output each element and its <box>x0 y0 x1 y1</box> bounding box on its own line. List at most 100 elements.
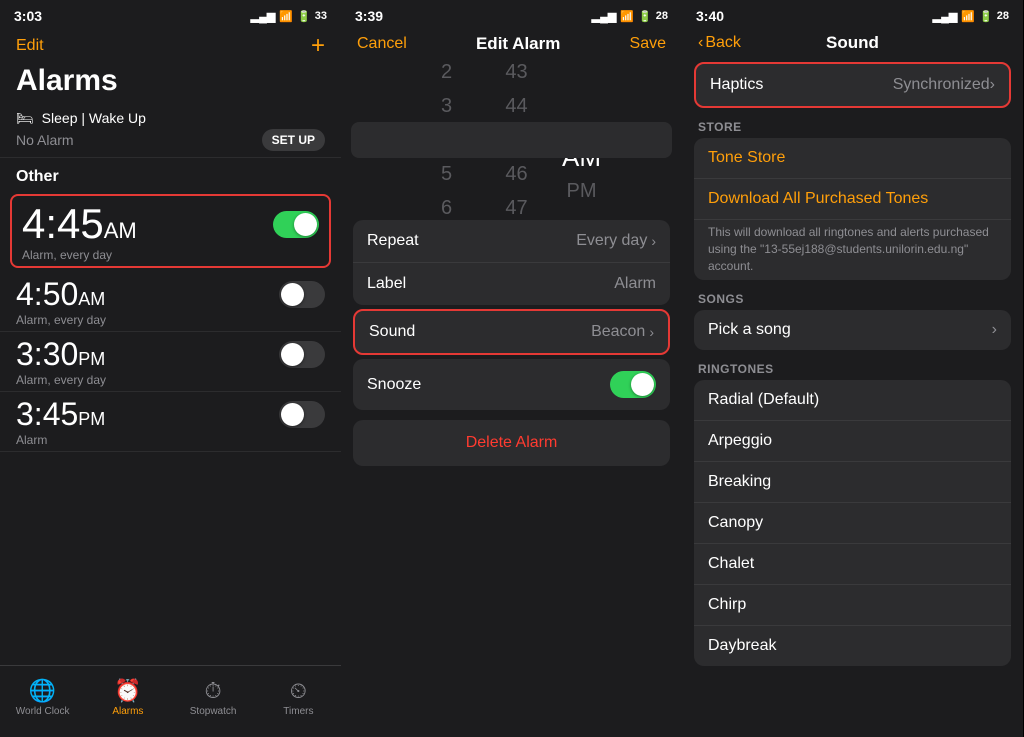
alarm-time-345: 3:45PM <box>16 396 105 433</box>
battery-level-2: 28 <box>656 10 668 22</box>
sound-label: Sound <box>369 323 415 341</box>
edit-alarm-nav: Cancel Edit Alarm Save <box>341 28 682 60</box>
ringtone-chalet[interactable]: Chalet <box>694 544 1011 585</box>
alarm-time-330: 3:30PM <box>16 336 105 373</box>
status-time-1: 3:03 <box>14 8 42 24</box>
delete-alarm-button[interactable]: Delete Alarm <box>353 420 670 466</box>
sound-nav: ‹ Back Sound <box>682 28 1023 58</box>
add-alarm-button[interactable]: + <box>311 32 325 60</box>
alarm-toggle-445[interactable] <box>273 211 319 238</box>
signal-icon-2: ▂▄▆ <box>592 10 617 23</box>
sound-row[interactable]: Sound Beacon › <box>355 311 668 353</box>
battery-level: 33 <box>315 10 327 22</box>
battery-icon: 🔋 <box>297 10 311 23</box>
tab-stopwatch[interactable]: ⏱ Stopwatch <box>171 678 256 717</box>
alarm-sub-330: Alarm, every day <box>16 373 325 387</box>
status-time-2: 3:39 <box>355 8 383 24</box>
download-purchased-inner[interactable]: Download All Purchased Tones <box>694 179 1011 220</box>
tone-store-row[interactable]: Tone Store <box>694 138 1011 179</box>
alarm-toggle-450[interactable] <box>279 281 325 308</box>
sound-value: Beacon › <box>591 323 654 341</box>
page-title: Alarms <box>0 60 341 104</box>
sleep-wake-section: 🛏 Sleep | Wake Up No Alarm SET UP <box>0 104 341 158</box>
wifi-icon: 📶 <box>279 10 293 23</box>
store-list: Tone Store Download All Purchased Tones … <box>694 138 1011 280</box>
battery-level-3: 28 <box>997 10 1009 22</box>
battery-icon-3: 🔋 <box>979 10 993 23</box>
haptics-chevron: › <box>990 76 995 94</box>
pick-song-chevron: › <box>992 321 997 339</box>
snooze-toggle[interactable] <box>610 371 656 398</box>
tab-world-clock[interactable]: 🌐 World Clock <box>0 678 85 717</box>
snooze-row: Snooze <box>353 359 670 410</box>
edit-button[interactable]: Edit <box>16 37 44 55</box>
ringtone-arpeggio[interactable]: Arpeggio <box>694 421 1011 462</box>
picker-min-47: 47 <box>505 191 527 220</box>
ringtone-canopy[interactable]: Canopy <box>694 503 1011 544</box>
ringtone-chalet-label: Chalet <box>708 555 754 573</box>
alarm-item-445am[interactable]: 4:45AM Alarm, every day <box>10 194 331 268</box>
edit-alarm-title: Edit Alarm <box>476 34 560 54</box>
ringtone-breaking[interactable]: Breaking <box>694 462 1011 503</box>
repeat-chevron: › <box>651 233 656 249</box>
tab-alarms[interactable]: ⏰ Alarms <box>85 678 170 717</box>
alarm-sub-345: Alarm <box>16 433 325 447</box>
download-purchased-label: Download All Purchased Tones <box>708 190 928 208</box>
ringtone-radial[interactable]: Radial (Default) <box>694 380 1011 421</box>
haptics-label: Haptics <box>710 76 763 94</box>
ringtone-canopy-label: Canopy <box>708 514 763 532</box>
alarm-time-450: 4:50AM <box>16 276 105 313</box>
songs-header: SONGS <box>682 284 1023 310</box>
ringtone-arpeggio-label: Arpeggio <box>708 432 772 450</box>
sound-chevron: › <box>649 324 654 340</box>
tab-world-clock-label: World Clock <box>16 706 70 717</box>
setup-button[interactable]: SET UP <box>262 129 325 151</box>
signal-icon-3: ▂▄▆ <box>933 10 958 23</box>
world-clock-icon: 🌐 <box>29 678 56 704</box>
alarm-item-345pm[interactable]: 3:45PM Alarm <box>0 392 341 452</box>
sound-row-highlighted[interactable]: Sound Beacon › <box>353 309 670 355</box>
haptics-value: Synchronized › <box>893 76 995 94</box>
wifi-icon-2: 📶 <box>620 10 634 23</box>
repeat-label: Repeat <box>367 232 419 250</box>
save-button[interactable]: Save <box>630 35 666 53</box>
status-icons-3: ▂▄▆ 📶 🔋 28 <box>933 10 1009 23</box>
no-alarm-row: No Alarm SET UP <box>16 129 325 151</box>
label-row[interactable]: Label Alarm <box>353 263 670 305</box>
repeat-row[interactable]: Repeat Every day › <box>353 220 670 263</box>
picker-minutes[interactable]: 43 44 45 46 47 <box>482 60 552 220</box>
haptics-row[interactable]: Haptics Synchronized › <box>694 62 1011 108</box>
status-time-3: 3:40 <box>696 8 724 24</box>
time-picker[interactable]: 2 3 4 5 6 43 44 45 46 47 AM PM <box>341 60 682 220</box>
ringtone-chirp[interactable]: Chirp <box>694 585 1011 626</box>
back-button[interactable]: ‹ Back <box>698 34 741 52</box>
sound-title: Sound <box>826 33 879 53</box>
tab-alarms-label: Alarms <box>112 706 143 717</box>
alarm-toggle-345[interactable] <box>279 401 325 428</box>
label-label: Label <box>367 275 406 293</box>
alarms-header: Edit + <box>0 28 341 60</box>
picker-hours[interactable]: 2 3 4 5 6 <box>412 60 482 220</box>
timer-icon: ⏲ <box>290 678 307 704</box>
store-description: This will download all ringtones and ale… <box>694 220 1011 280</box>
songs-list: Pick a song › <box>694 310 1011 350</box>
panel-alarms: 3:03 ▂▄▆ 📶 🔋 33 Edit + Alarms 🛏 Sleep | … <box>0 0 341 737</box>
status-bar-1: 3:03 ▂▄▆ 📶 🔋 33 <box>0 0 341 28</box>
stopwatch-icon: ⏱ <box>205 678 222 704</box>
cancel-button[interactable]: Cancel <box>357 35 407 53</box>
ringtone-daybreak[interactable]: Daybreak <box>694 626 1011 666</box>
sleep-label: 🛏 Sleep | Wake Up <box>16 110 325 127</box>
pick-a-song-label: Pick a song <box>708 321 791 339</box>
tab-bar: 🌐 World Clock ⏰ Alarms ⏱ Stopwatch ⏲ Tim… <box>0 665 341 737</box>
download-purchased-row[interactable]: Download All Purchased Tones This will d… <box>694 179 1011 280</box>
alarm-item-330pm[interactable]: 3:30PM Alarm, every day <box>0 332 341 392</box>
alarm-settings: Repeat Every day › Label Alarm <box>353 220 670 305</box>
picker-hour-5: 5 <box>441 157 452 191</box>
tab-timers[interactable]: ⏲ Timers <box>256 678 341 717</box>
picker-ampm[interactable]: AM PM <box>552 72 612 208</box>
alarm-sub-450: Alarm, every day <box>16 313 325 327</box>
pick-a-song-row[interactable]: Pick a song › <box>694 310 1011 350</box>
alarm-toggle-330[interactable] <box>279 341 325 368</box>
alarm-item-450am[interactable]: 4:50AM Alarm, every day <box>0 272 341 332</box>
panel-edit-alarm: 3:39 ▂▄▆ 📶 🔋 28 Cancel Edit Alarm Save 2… <box>341 0 682 737</box>
